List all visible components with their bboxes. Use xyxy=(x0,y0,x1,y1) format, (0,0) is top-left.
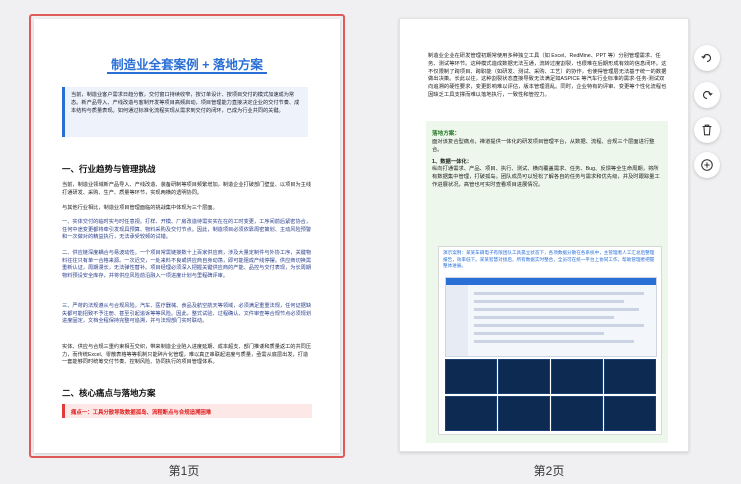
pain-point-callout: 痛点一：工具分散导致数据孤岛、流程断点与合规追溯困难 xyxy=(62,404,312,418)
case-screenshot-box: 演示案例：某某车辆电子有限团队工具孤立状态下，各项数据分散在各系统中，主管理者人… xyxy=(438,246,662,435)
dashboard-row xyxy=(474,324,644,327)
paragraph-6: 实体、供应与合规三重约束相互交织，带来制造企业陷入进度延期、成本超支、部门推诿和… xyxy=(62,344,312,366)
dashboard-sidebar xyxy=(446,285,468,356)
add-page-button[interactable] xyxy=(694,152,720,178)
dashboard-row xyxy=(474,316,614,319)
trash-icon xyxy=(702,124,712,136)
paragraph-5: 三、严苛的法规遵从与合规风险。汽车、医疗器械、食品及航空航天等领域，必须满足重重… xyxy=(62,303,312,325)
title-underline xyxy=(107,72,267,74)
screen-thumbnail xyxy=(498,359,550,394)
screen-thumbnail xyxy=(551,359,603,394)
dashboard-screenshot xyxy=(445,277,657,357)
section-heading-2: 二、核心痛点与落地方案 xyxy=(62,388,156,398)
rotate-left-button[interactable] xyxy=(694,45,720,71)
page-label-1: 第1页 xyxy=(168,464,200,478)
dashboard-thumbnails xyxy=(445,359,656,431)
dashboard-row xyxy=(474,292,644,295)
document-title: 制造业全套案例 + 落地方案 xyxy=(111,58,263,72)
paragraph-4: 二、供应链深度耦合与易波动性。一个项目常需链接数十上百家供应商，涉及大量定制件与… xyxy=(62,250,312,279)
solution-heading: 落地方案： xyxy=(432,131,460,137)
paragraph-3: 一、实体交付的临时实与时任意视。打样、开模、厂房改造待需实实在在的工时变更，工序… xyxy=(62,219,312,241)
solution-subtext: 纵向打通需求、产品、项目、执行、测试、横向覆盖需求、任务、Bug、反馈等全生命周… xyxy=(432,166,660,188)
delete-page-button[interactable] xyxy=(694,117,720,143)
section-heading-1: 一、行业趋势与管理挑战 xyxy=(62,164,156,174)
rotate-right-icon xyxy=(702,90,713,100)
rotate-left-icon xyxy=(701,53,712,63)
case-caption: 演示案例：某某车辆电子有限团队工具孤立状态下，各项数据分散在各系统中，主管理者人… xyxy=(443,250,655,269)
dashboard-header-bar xyxy=(446,278,656,285)
paragraph-1: 当前，制造业领域新产品导入、产线改造、装备研制等项目频繁增加，制造企业打破部门壁… xyxy=(62,182,312,196)
screen-thumbnail xyxy=(498,396,550,431)
page-label-2: 第2页 xyxy=(533,464,565,478)
paragraph-2: 与其他行业相比，制造业项目管理面临的挑战集中体现为三个层面。 xyxy=(62,205,218,211)
page-2-canvas: 制造业企业在研发管理初期常使用多种独立工具（如 Excel、RedMine、PP… xyxy=(399,18,689,452)
screen-thumbnail xyxy=(445,359,497,394)
dashboard-row xyxy=(474,340,634,343)
dashboard-row xyxy=(474,300,624,303)
page-thumbnail-2[interactable]: 制造业企业在研发管理初期常使用多种独立工具（如 Excel、RedMine、PP… xyxy=(399,18,689,452)
screen-thumbnail xyxy=(551,396,603,431)
rotate-right-button[interactable] xyxy=(694,82,720,108)
screen-thumbnail xyxy=(445,396,497,431)
dashboard-row xyxy=(474,332,604,335)
solution-summary: 面对该复合型痛点，禅道提供一体化的研发项目管理平台，从数据、流程、合规三个层面进… xyxy=(432,139,655,153)
intro-callout: 当前，制造业客户需求日趋分散，交付窗口持续收窄，按订单设计、按项目交付的模式加速… xyxy=(62,87,308,137)
page2-intro-paragraph: 制造业企业在研发管理初期常使用多种独立工具（如 Excel、RedMine、PP… xyxy=(428,53,667,98)
plus-circle-icon xyxy=(701,159,713,171)
page-thumbnail-1[interactable]: 制造业全套案例 + 落地方案 当前，制造业客户需求日趋分散，交付窗口持续收窄，按… xyxy=(29,14,345,458)
solution-panel: 落地方案： 面对该复合型痛点，禅道提供一体化的研发项目管理平台，从数据、流程、合… xyxy=(426,121,668,443)
page-1-canvas: 制造业全套案例 + 落地方案 当前，制造业客户需求日趋分散，交付窗口持续收窄，按… xyxy=(34,19,340,453)
screen-thumbnail xyxy=(604,396,656,431)
screen-thumbnail xyxy=(604,359,656,394)
solution-text: 面对该复合型痛点，禅道提供一体化的研发项目管理平台，从数据、流程、合规三个层面进… xyxy=(432,139,662,190)
dashboard-row xyxy=(474,308,639,311)
